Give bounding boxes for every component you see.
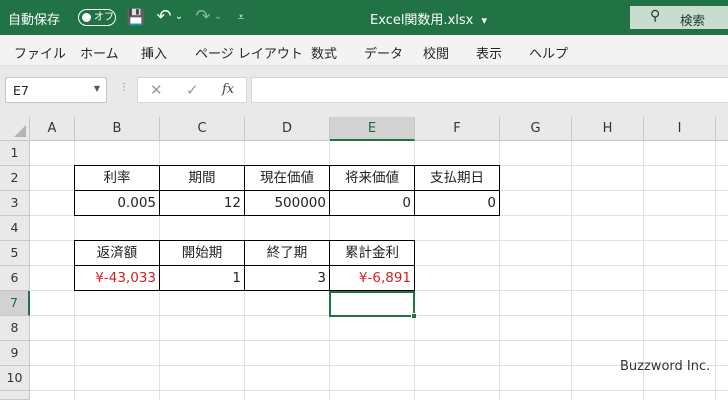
autosave-state: オフ [94,12,114,23]
document-name: Excel関数用.xlsx [370,13,474,28]
redo-icon[interactable]: ↷ [194,7,212,27]
cell-b2[interactable]: 利率 [74,165,160,191]
column-header-f[interactable]: F [415,117,500,141]
column-header-i[interactable]: I [644,117,716,141]
cell-b6[interactable]: ¥-43,033 [74,265,160,291]
column-header-next[interactable] [716,117,728,141]
gridline [571,141,572,400]
cell-d2[interactable]: 現在価値 [244,165,330,191]
row-header-11[interactable] [0,391,30,400]
save-icon[interactable]: 💾 [126,7,146,27]
cell-e3[interactable]: 0 [329,190,415,216]
formula-buttons: ✕ ✓ fx [137,77,247,103]
cell-e5[interactable]: 累計金利 [329,240,415,266]
column-header-c[interactable]: C [160,117,245,141]
cancel-icon[interactable]: ✕ [150,81,163,99]
search-box[interactable]: ⚲ 検索 [630,6,728,29]
redo-dropdown-icon[interactable]: ⌄ [213,7,223,27]
column-header-d[interactable]: D [245,117,330,141]
search-label: 検索 [680,13,706,28]
cell-b5[interactable]: 返済額 [74,240,160,266]
ribbon-tabs: ファイル ホーム 挿入 ページ レイアウト 数式 データ 校閲 表示 ヘルプ [0,35,728,66]
column-header-a[interactable]: A [30,117,75,141]
chevron-down-icon[interactable]: ▼ [94,84,100,93]
tab-file[interactable]: ファイル [14,43,66,62]
cell-c5[interactable]: 開始期 [159,240,245,266]
search-icon: ⚲ [650,8,661,24]
tab-review[interactable]: 校閲 [423,43,449,62]
cell-e2[interactable]: 将来価値 [329,165,415,191]
gridline [30,390,728,391]
cell-d3[interactable]: 500000 [244,190,330,216]
tab-home[interactable]: ホーム [80,43,119,62]
tab-view[interactable]: 表示 [476,43,502,62]
formula-bar-area: E7 ▼ ⋮ ✕ ✓ fx [0,66,728,117]
cell-c2[interactable]: 期間 [159,165,245,191]
watermark-text: Buzzword Inc. [620,359,711,374]
cell-f3[interactable]: 0 [414,190,500,216]
customize-toolbar-icon[interactable]: ⩡ [234,7,248,27]
name-box-value: E7 [13,83,29,98]
name-box[interactable]: E7 ▼ [5,77,107,103]
cell-c6[interactable]: 1 [159,265,245,291]
cell-d5[interactable]: 終了期 [244,240,330,266]
drag-handle-icon[interactable]: ⋮ [119,82,129,93]
gridline [30,340,728,341]
column-header-b[interactable]: B [75,117,160,141]
row-header-2[interactable]: 2 [0,166,30,191]
autosave-label: 自動保存 [8,13,61,28]
cell-f2[interactable]: 支払期日 [414,165,500,191]
gridline [715,141,716,400]
undo-icon[interactable]: ↶ [155,7,173,27]
undo-dropdown-icon[interactable]: ⌄ [174,7,184,27]
column-header-h[interactable]: H [572,117,644,141]
title-bar: 自動保存 オフ 💾 ↶ ⌄ ↷ ⌄ ⩡ Excel関数用.xlsx ▾ ⚲ 検索 [0,0,728,35]
row-header-7[interactable]: 7 [0,291,30,316]
selected-cell-e7[interactable] [329,291,417,319]
autosave-toggle[interactable]: オフ [78,9,116,26]
tab-data[interactable]: データ [364,43,403,62]
row-header-4[interactable]: 4 [0,216,30,241]
worksheet-grid[interactable]: A B C D E F G H I 1 2 3 4 5 6 7 8 9 10 利… [0,117,728,400]
row-header-8[interactable]: 8 [0,316,30,341]
column-header-g[interactable]: G [500,117,572,141]
row-header-1[interactable]: 1 [0,141,30,166]
tab-page-layout[interactable]: ページ レイアウト [195,43,303,62]
column-header-e[interactable]: E [330,117,415,141]
cell-e6[interactable]: ¥-6,891 [329,265,415,291]
tab-formulas[interactable]: 数式 [311,43,337,62]
row-header-3[interactable]: 3 [0,191,30,216]
tab-insert[interactable]: 挿入 [141,43,167,62]
title-dropdown-icon: ▾ [481,14,488,27]
formula-input[interactable] [251,77,728,103]
row-header-6[interactable]: 6 [0,266,30,291]
row-header-5[interactable]: 5 [0,241,30,266]
select-all-button[interactable] [0,117,30,141]
cell-b3[interactable]: 0.005 [74,190,160,216]
tab-help[interactable]: ヘルプ [529,43,568,62]
toggle-knob [82,13,91,22]
row-header-9[interactable]: 9 [0,341,30,366]
fill-handle[interactable] [411,313,417,319]
document-title[interactable]: Excel関数用.xlsx ▾ [370,9,487,28]
enter-icon[interactable]: ✓ [186,81,199,99]
cell-d6[interactable]: 3 [244,265,330,291]
cell-c3[interactable]: 12 [159,190,245,216]
insert-function-icon[interactable]: fx [222,82,234,97]
row-header-10[interactable]: 10 [0,366,30,391]
